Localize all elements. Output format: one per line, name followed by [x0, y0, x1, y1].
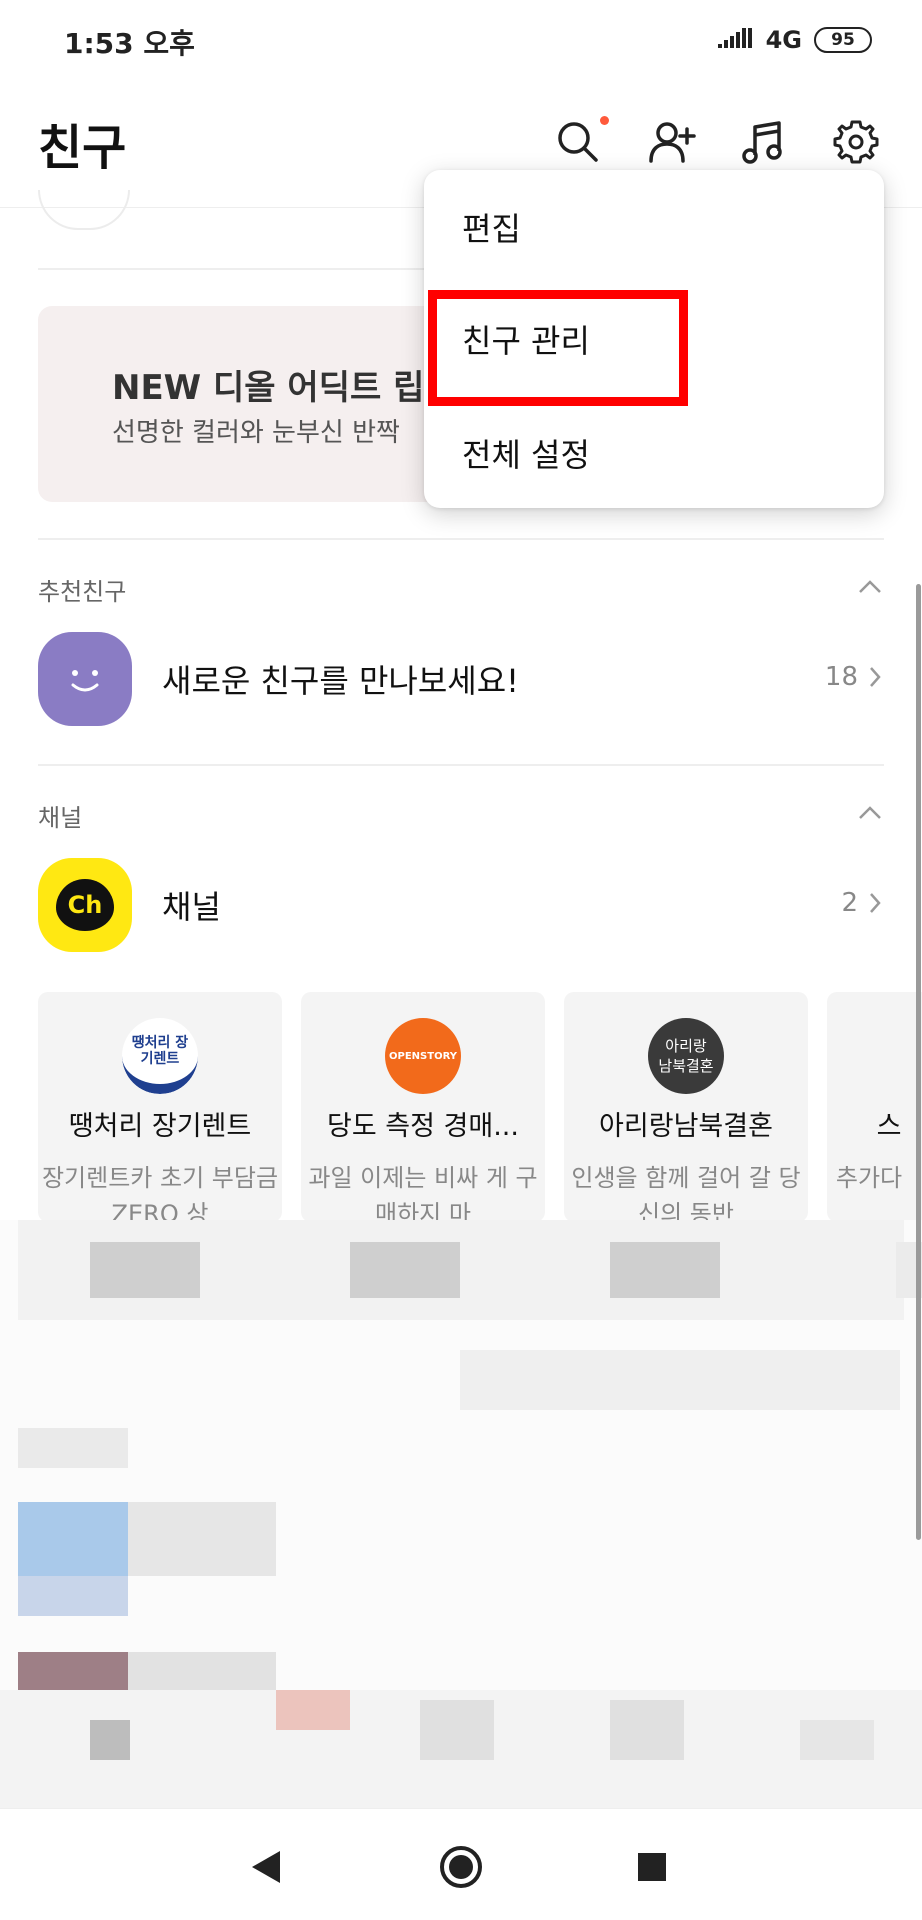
system-nav-bar — [0, 1808, 922, 1920]
mosaic-block — [90, 1242, 200, 1298]
channel-cards-carousel[interactable]: 땡처리 장기렌트 땡처리 장기렌트 장기렌트카 초기 부담금 ZERO 상 OP… — [0, 992, 922, 1222]
chevron-up-icon[interactable] — [856, 574, 884, 602]
card-description: 인생을 함께 걸어 갈 당신의 동반 — [571, 1164, 801, 1222]
mosaic-block — [276, 1690, 350, 1730]
mosaic-block — [90, 1720, 130, 1760]
divider — [38, 764, 884, 766]
channel-card[interactable]: 스 추가다 — [827, 992, 922, 1222]
highlight-annotation-box — [428, 290, 688, 406]
mosaic-block — [610, 1700, 684, 1760]
recents-square-icon — [638, 1853, 666, 1881]
add-friend-icon — [649, 122, 696, 163]
channel-card[interactable]: 땡처리 장기렌트 땡처리 장기렌트 장기렌트카 초기 부담금 ZERO 상 — [38, 992, 282, 1222]
card-logo-text: OPENSTORY — [389, 1050, 457, 1062]
card-name: 아리랑남북결혼 — [599, 1111, 773, 1142]
home-button[interactable] — [433, 1839, 489, 1895]
scrollbar[interactable] — [916, 584, 921, 1540]
menu-item-label: 편집 — [462, 210, 521, 248]
card-logo: OPENSTORY — [385, 1018, 461, 1094]
card-logo-text: 땡처리 장기렌트 — [131, 1035, 189, 1067]
gear-icon — [833, 120, 879, 164]
back-triangle-icon — [252, 1851, 280, 1883]
mosaic-block — [128, 1652, 276, 1692]
battery-icon: 95 — [814, 27, 872, 53]
notification-dot — [600, 116, 609, 125]
section-title-recommended: 추천친구 — [38, 578, 127, 606]
card-logo: 아리랑 남북결혼 — [648, 1018, 724, 1094]
section-title-channel: 채널 — [38, 804, 83, 832]
recommended-count[interactable]: 18 — [825, 662, 882, 692]
obscured-friend-list — [0, 1220, 922, 1808]
rent-logo-icon: 땡처리 장기렌트 — [122, 1018, 198, 1094]
mosaic-block — [800, 1720, 874, 1760]
settings-button[interactable] — [828, 114, 884, 170]
mosaic-block — [460, 1350, 900, 1410]
banner-title: NEW 디올 어딕트 립스 — [112, 368, 456, 408]
status-indicators: 4G 95 — [717, 26, 872, 54]
music-button[interactable] — [736, 114, 792, 170]
status-time: 1:53 오후 — [64, 27, 195, 60]
card-name: 스 — [876, 1111, 902, 1142]
card-name: 당도 측정 경매... — [327, 1111, 519, 1142]
banner-subtitle: 선명한 컬러와 눈부신 반짝 — [112, 418, 400, 448]
search-button[interactable] — [550, 114, 609, 170]
recommended-count-value: 18 — [824, 662, 858, 692]
channel-label[interactable]: 채널 — [162, 882, 221, 928]
chevron-right-icon — [870, 893, 881, 913]
home-circle-icon — [440, 1846, 482, 1888]
mosaic-block — [18, 1576, 128, 1616]
recommended-friend-avatar[interactable] — [38, 632, 132, 726]
card-logo: 땡처리 장기렌트 — [122, 1018, 198, 1094]
channel-count[interactable]: 2 — [841, 888, 882, 918]
page-title: 친구 — [38, 120, 127, 176]
mosaic-block — [18, 1502, 128, 1576]
card-description: 장기렌트카 초기 부담금 ZERO 상 — [41, 1164, 279, 1222]
mosaic-block — [18, 1428, 128, 1468]
divider — [38, 538, 884, 540]
mosaic-block — [18, 1652, 128, 1692]
channel-avatar[interactable]: Ch — [38, 858, 132, 952]
add-friend-button[interactable] — [644, 114, 700, 170]
back-button[interactable] — [238, 1839, 294, 1895]
mosaic-block — [610, 1242, 720, 1298]
profile-image-peek[interactable] — [38, 190, 130, 230]
recents-button[interactable] — [624, 1839, 680, 1895]
card-description: 과일 이제는 비싸 게 구매하지 마 — [308, 1164, 538, 1222]
smile-icon — [71, 670, 99, 692]
channel-card[interactable]: OPENSTORY 당도 측정 경매... 과일 이제는 비싸 게 구매하지 마 — [301, 992, 545, 1222]
card-logo-text: 아리랑 남북결혼 — [658, 1037, 714, 1075]
card-name: 땡처리 장기렌트 — [68, 1111, 252, 1142]
chevron-up-icon[interactable] — [856, 800, 884, 828]
search-icon — [558, 122, 598, 162]
mosaic-block — [128, 1502, 276, 1576]
battery-level: 95 — [831, 30, 855, 50]
card-description: 추가다 — [835, 1164, 903, 1192]
network-label: 4G — [765, 26, 802, 54]
channel-count-value: 2 — [841, 888, 858, 918]
signal-icon — [717, 28, 752, 48]
channel-logo-icon: Ch — [56, 879, 114, 931]
recommended-friend-label[interactable]: 새로운 친구를 만나보세요! — [162, 656, 519, 702]
mosaic-block — [420, 1700, 494, 1760]
music-icon — [742, 121, 782, 164]
menu-item-all-settings[interactable]: 전체 설정 — [424, 396, 884, 508]
channel-card[interactable]: 아리랑 남북결혼 아리랑남북결혼 인생을 함께 걸어 갈 당신의 동반 — [564, 992, 808, 1222]
menu-item-label: 전체 설정 — [462, 436, 590, 474]
status-bar: 1:53 오후 4G 95 — [0, 0, 922, 84]
channel-logo-text: Ch — [67, 891, 103, 919]
mosaic-block — [350, 1242, 460, 1298]
menu-item-edit[interactable]: 편집 — [424, 170, 884, 282]
chevron-right-icon — [870, 667, 881, 687]
